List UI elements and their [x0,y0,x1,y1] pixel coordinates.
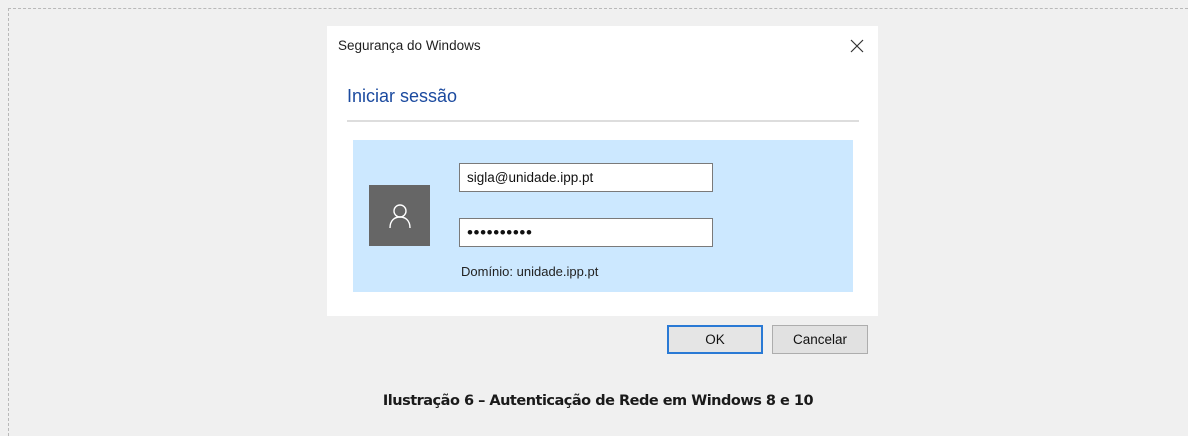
user-icon [388,203,411,228]
avatar [369,185,430,246]
ok-button[interactable]: OK [667,325,763,354]
heading-divider [347,120,859,122]
username-field[interactable]: sigla@unidade.ipp.pt [459,163,713,192]
dialog-heading: Iniciar sessão [347,86,458,106]
windows-security-dialog: Segurança do Windows Iniciar sessão sigl… [327,26,878,365]
username-value: sigla@unidade.ipp.pt [467,170,594,185]
domain-label: Domínio: unidade.ipp.pt [461,264,599,279]
figure-caption: Ilustração 6 – Autenticação de Rede em W… [382,393,814,409]
password-value: •••••••••• [467,222,533,242]
close-button[interactable] [846,35,868,57]
button-bar: OK Cancelar [327,316,878,365]
password-field[interactable]: •••••••••• [459,218,713,247]
credential-panel[interactable]: sigla@unidade.ipp.pt •••••••••• Domínio:… [353,140,853,292]
close-icon [850,39,864,53]
dialog-title: Segurança do Windows [338,38,481,53]
cancel-button[interactable]: Cancelar [772,325,868,354]
